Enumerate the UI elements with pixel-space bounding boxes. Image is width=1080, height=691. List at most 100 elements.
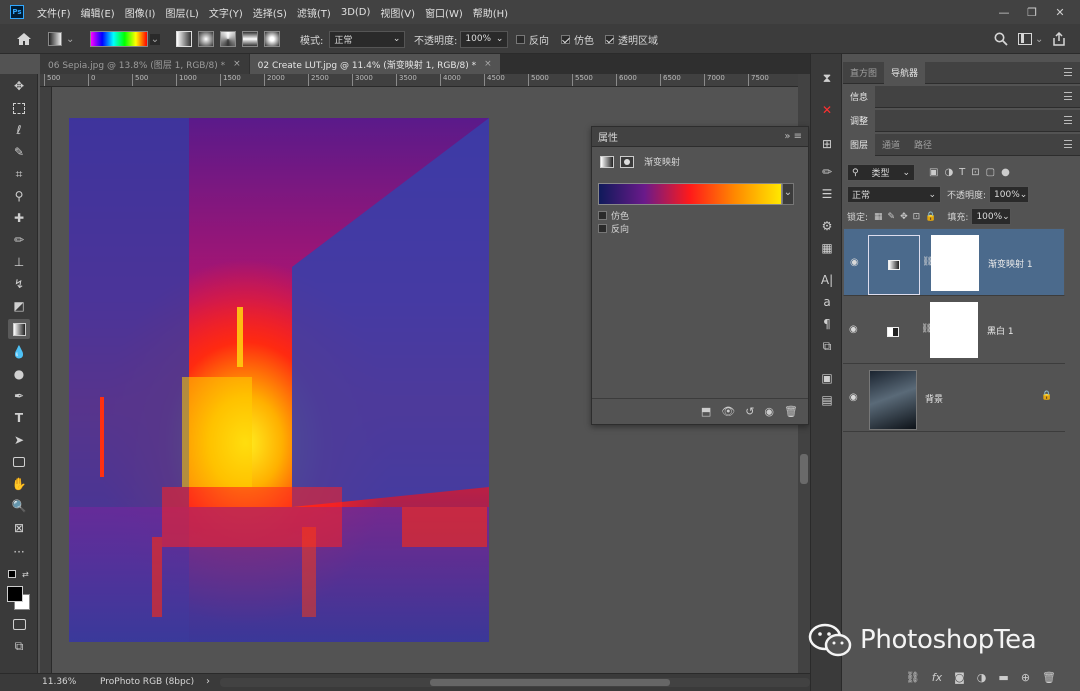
menu-filter[interactable]: 滤镜(T) (292, 5, 336, 20)
layer-background[interactable]: ◉ 背景 🔒 (843, 364, 1065, 432)
frame-tool-icon[interactable]: ⊠ (8, 518, 30, 538)
chevron-down-icon[interactable]: ⌄ (782, 183, 794, 205)
menu-select[interactable]: 选择(S) (248, 5, 292, 20)
layer-name[interactable]: 黑白 1 (987, 324, 1014, 337)
restore-icon[interactable]: ❐ (1018, 0, 1046, 24)
diamond-gradient-icon[interactable] (264, 31, 280, 47)
history-icon[interactable]: ⧗ (817, 68, 837, 88)
fill-input[interactable]: 100% ⌄ (971, 208, 1012, 225)
tab-sepia[interactable]: 06 Sepia.jpg @ 13.8% (图层 1, RGB/8) * × (40, 54, 249, 74)
angle-gradient-icon[interactable] (220, 31, 236, 47)
quick-mask-icon[interactable] (8, 614, 30, 634)
clip-to-layer-icon[interactable]: ⬒ (701, 405, 711, 418)
reset-icon[interactable]: ↺ (745, 405, 754, 418)
close-icon[interactable]: × (233, 59, 241, 69)
tab-channels[interactable]: 通道 (875, 134, 907, 156)
layer-gradient-map[interactable]: ◉ ⛓ 渐变映射 1 (843, 228, 1065, 296)
marquee-tool-icon[interactable] (8, 98, 30, 118)
layer-opacity-input[interactable]: 100% ⌄ (989, 186, 1030, 203)
adjustments-icon[interactable]: ⊞ (817, 134, 837, 154)
default-colors-icon[interactable] (8, 570, 16, 578)
paragraph-styles-icon[interactable]: ⧉ (817, 336, 837, 356)
swap-colors-icon[interactable]: ⇄ (22, 570, 29, 579)
checkbox-checked-icon[interactable] (605, 34, 614, 44)
tab-create-lut[interactable]: 02 Create LUT.jpg @ 11.4% (渐变映射 1, RGB/8… (249, 54, 500, 74)
dodge-tool-icon[interactable]: ● (8, 364, 30, 384)
delete-layer-icon[interactable]: 🗑 (1042, 671, 1056, 684)
more-tools-icon[interactable]: ··· (8, 542, 30, 562)
lasso-tool-icon[interactable]: ℓ (8, 120, 30, 140)
tab-info[interactable]: 信息 (843, 85, 876, 108)
view-previous-icon[interactable]: 👁 (721, 405, 735, 418)
move-tool-icon[interactable]: ✥ (8, 76, 30, 96)
foreground-color-swatch[interactable] (7, 586, 23, 602)
mode-select[interactable]: 正常 ⌄ (329, 30, 406, 48)
gradient-tool-icon[interactable] (8, 319, 30, 339)
menu-layer[interactable]: 图层(L) (160, 5, 203, 20)
path-selection-tool-icon[interactable]: ➤ (8, 430, 30, 450)
zoom-tool-icon[interactable]: 🔍 (8, 496, 30, 516)
clone-stamp-tool-icon[interactable]: ⊥ (8, 252, 30, 272)
brush-tool-icon[interactable]: ✏ (8, 230, 30, 250)
panel-menu-icon[interactable] (1064, 68, 1072, 76)
checkbox-unchecked-icon[interactable] (516, 34, 525, 44)
libraries-icon[interactable]: ▦ (817, 238, 837, 258)
new-group-icon[interactable]: ▬ (998, 671, 1008, 684)
swatches-icon[interactable]: ▣ (817, 368, 837, 388)
layer-name[interactable]: 背景 (925, 392, 943, 405)
horizontal-scrollbar[interactable] (220, 678, 810, 687)
brush-settings-icon[interactable]: ✏ (817, 162, 837, 182)
layer-black-white[interactable]: ◉ ⛓ 黑白 1 (843, 296, 1065, 364)
hand-tool-icon[interactable]: ✋ (8, 474, 30, 494)
delete-icon[interactable]: 🗑 (784, 405, 798, 418)
panel-menu-icon[interactable] (1064, 140, 1072, 148)
healing-brush-tool-icon[interactable]: ✚ (8, 208, 30, 228)
crop-tool-icon[interactable]: ⌗ (8, 164, 30, 184)
pen-tool-icon[interactable]: ✒ (8, 386, 30, 406)
eraser-tool-icon[interactable]: ◩ (8, 296, 30, 316)
zoom-level[interactable]: 11.36% (42, 677, 76, 687)
layer-mask-thumbnail[interactable] (930, 302, 978, 358)
dither-option[interactable]: 仿色 (598, 209, 629, 222)
checkbox-checked-icon[interactable] (561, 34, 570, 44)
radial-gradient-icon[interactable] (198, 31, 214, 47)
menu-file[interactable]: 文件(F) (32, 5, 76, 20)
blend-mode-select[interactable]: 正常 ⌄ (847, 186, 941, 203)
reverse-option[interactable]: 反向 (598, 222, 629, 235)
tool-presets-icon[interactable]: ✕ (817, 100, 837, 120)
tool-preset-picker[interactable]: ⌄ (48, 29, 74, 49)
rectangle-tool-icon[interactable] (8, 452, 30, 472)
checkbox-unchecked-icon[interactable] (598, 211, 607, 220)
new-layer-icon[interactable]: ⊕ (1021, 671, 1030, 684)
home-icon[interactable] (16, 29, 32, 49)
transparency-checkbox[interactable]: 透明区域 (605, 29, 658, 49)
menu-edit[interactable]: 编辑(E) (76, 5, 120, 20)
checkbox-unchecked-icon[interactable] (598, 224, 607, 233)
3d-icon[interactable]: ⚙ (817, 216, 837, 236)
tab-layers[interactable]: 图层 (843, 133, 876, 156)
filter-kind-select[interactable]: ⚲ 类型 ⌄ (847, 164, 915, 181)
tab-adjustments[interactable]: 调整 (843, 109, 876, 132)
layer-mask-thumbnail[interactable] (931, 235, 979, 291)
gradient-picker[interactable]: ⌄ (90, 29, 160, 49)
notes-icon[interactable]: ▤ (817, 390, 837, 410)
history-brush-tool-icon[interactable]: ↯ (8, 274, 30, 294)
fx-icon[interactable]: fx (932, 671, 942, 684)
visibility-icon[interactable]: ◉ (764, 405, 774, 418)
workspace-icon[interactable]: ⌄ (1018, 29, 1043, 49)
layer-name[interactable]: 渐变映射 1 (988, 257, 1033, 270)
share-icon[interactable] (1052, 29, 1066, 49)
add-mask-icon[interactable]: ◙ (954, 671, 965, 684)
visibility-eye-icon[interactable]: ◉ (849, 392, 858, 403)
search-icon[interactable] (994, 29, 1008, 49)
panel-menu-icon[interactable] (1064, 92, 1072, 100)
filter-icons[interactable]: ▣◑T⊡▢● (929, 167, 1016, 178)
visibility-eye-icon[interactable]: ◉ (850, 257, 859, 268)
scroll-thumb[interactable] (800, 454, 808, 484)
menu-type[interactable]: 文字(Y) (204, 5, 248, 20)
screen-mode-icon[interactable]: ⧉ (8, 636, 30, 656)
close-window-icon[interactable]: ✕ (1046, 0, 1074, 24)
paragraph-icon[interactable]: ¶ (817, 314, 837, 334)
minimize-icon[interactable]: — (990, 0, 1018, 24)
status-arrow-icon[interactable]: › (206, 676, 210, 687)
